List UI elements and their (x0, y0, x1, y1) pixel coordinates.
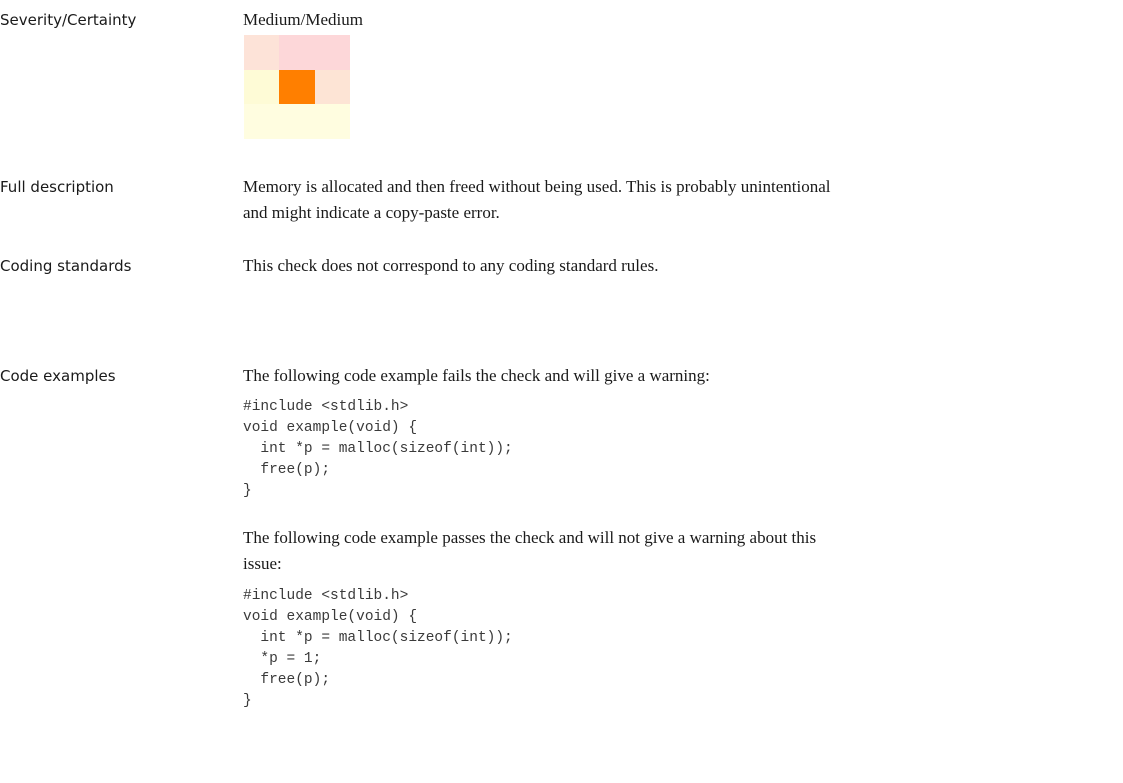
pass-intro-line: The following code example passes the ch… (243, 528, 817, 547)
matrix-cell (314, 35, 350, 70)
matrix-cell (279, 35, 315, 70)
coding-standards-text: This check does not correspond to any co… (243, 256, 659, 275)
code-examples-label: Code examples (0, 367, 116, 385)
matrix-cell (279, 104, 315, 139)
description-line: and might indicate a copy-paste error. (243, 203, 500, 222)
matrix-cell (244, 104, 280, 139)
pass-example-intro: The following code example passes the ch… (243, 525, 883, 577)
matrix-cell (244, 35, 280, 70)
pass-code-block: #include <stdlib.h> void example(void) {… (243, 588, 513, 709)
matrix-cell (349, 104, 385, 139)
full-description-label: Full description (0, 178, 114, 196)
matrix-cell (314, 104, 350, 139)
pass-intro-line: issue: (243, 554, 282, 573)
matrix-cell-selected (279, 69, 315, 105)
matrix-cell (314, 69, 350, 105)
coding-standards-label: Coding standards (0, 257, 132, 275)
description-line: Memory is allocated and then freed witho… (243, 177, 831, 196)
matrix-cell (349, 35, 385, 70)
full-description-text: Memory is allocated and then freed witho… (243, 174, 883, 226)
fail-code-block: #include <stdlib.h> void example(void) {… (243, 399, 513, 499)
severity-certainty-value: Medium/Medium (243, 10, 363, 29)
severity-certainty-matrix (244, 35, 385, 139)
matrix-cell (349, 69, 385, 105)
fail-example-intro: The following code example fails the che… (243, 366, 710, 385)
matrix-cell (244, 69, 280, 105)
severity-certainty-label: Severity/Certainty (0, 11, 137, 29)
